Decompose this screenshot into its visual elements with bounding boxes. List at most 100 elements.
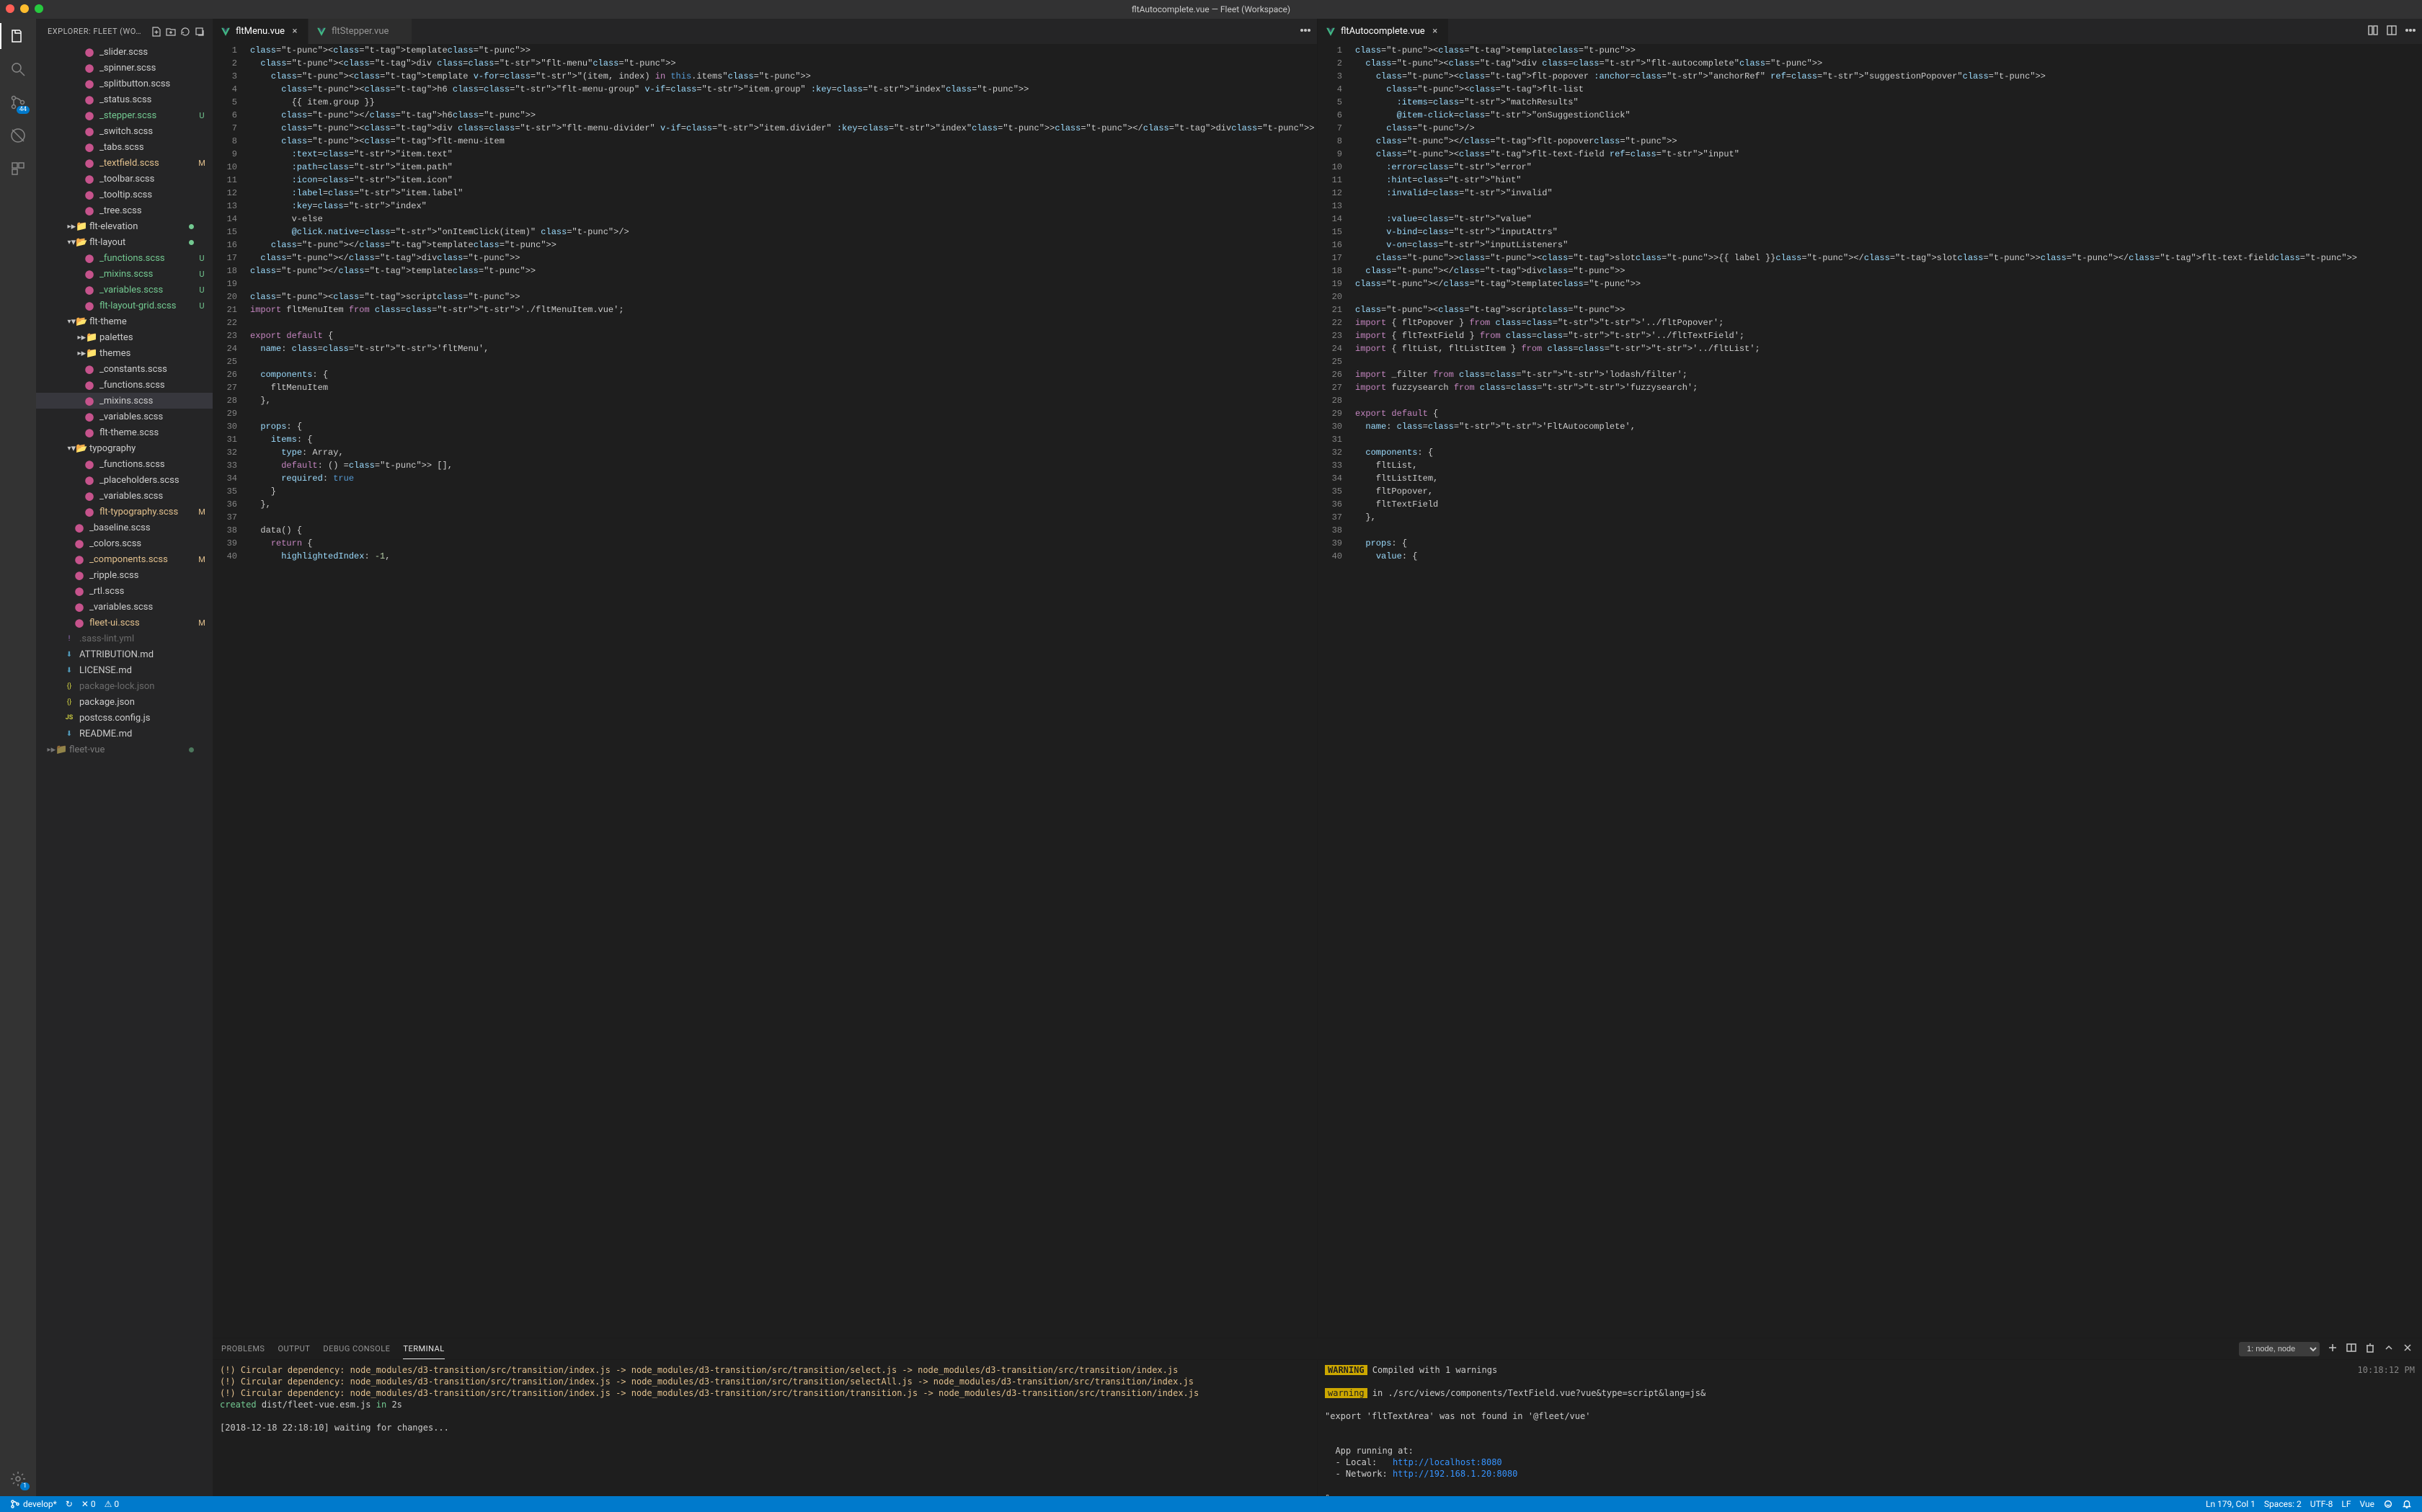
explorer-sidebar: EXPLORER: FLEET (WO… ⬤_slider.scss⬤_spin… [36, 19, 213, 1496]
debug-activity-icon[interactable] [8, 125, 28, 146]
tree-file[interactable]: ⬤flt-typography.scssM [36, 504, 213, 520]
tab-debug-console[interactable]: Debug Console [323, 1338, 390, 1359]
sync-status[interactable]: ↻ [61, 1496, 77, 1512]
close-window-button[interactable] [6, 4, 14, 13]
tree-file[interactable]: ⬤_tree.scss [36, 203, 213, 218]
kill-terminal-icon[interactable] [2364, 1342, 2376, 1356]
tree-folder[interactable]: ▾▾📂flt-theme [36, 313, 213, 329]
tree-file[interactable]: ⬇ATTRIBUTION.md [36, 646, 213, 662]
tab-problems[interactable]: Problems [221, 1338, 265, 1359]
file-name: _switch.scss [99, 126, 197, 137]
tree-folder[interactable]: ▸▸📁flt-elevation [36, 218, 213, 234]
refresh-icon[interactable] [178, 25, 192, 39]
code-view[interactable]: class="t-punc"><class="t-tag">templatecl… [1352, 44, 2422, 1338]
tree-file[interactable]: ⬤_textfield.scssM [36, 155, 213, 171]
split-editor-icon[interactable] [2386, 25, 2397, 39]
tree-file[interactable]: ⬤_baseline.scss [36, 520, 213, 535]
editor-tab[interactable]: fltStepper.vue× [309, 19, 412, 44]
collapse-all-icon[interactable] [192, 25, 207, 39]
tree-folder[interactable]: ▾▾📂typography [36, 440, 213, 456]
errors-status[interactable]: ✕ 0 [77, 1496, 100, 1512]
editor-more-icon[interactable] [2405, 25, 2416, 39]
tab-terminal[interactable]: Terminal [403, 1338, 444, 1359]
notifications-icon[interactable] [2397, 1496, 2416, 1512]
tree-file[interactable]: ⬤_rtl.scss [36, 583, 213, 599]
tree-folder[interactable]: ▾▾📂flt-layout [36, 234, 213, 250]
tree-file[interactable]: ⬤_constants.scss [36, 361, 213, 377]
maximize-panel-icon[interactable] [2383, 1342, 2395, 1356]
tree-file[interactable]: {}package-lock.json [36, 678, 213, 694]
code-view[interactable]: class="t-punc"><class="t-tag">templatecl… [247, 44, 1317, 1338]
scm-activity-icon[interactable]: 44 [8, 92, 28, 112]
tree-file[interactable]: ⬤_placeholders.scss [36, 472, 213, 488]
new-file-icon[interactable] [149, 25, 164, 39]
terminal-right[interactable]: WARNING Compiled with 1 warnings10:18:12… [1318, 1360, 2422, 1496]
tree-file[interactable]: ⬤_mixins.scss [36, 393, 213, 409]
editor-more-icon[interactable] [1300, 25, 1311, 39]
split-terminal-icon[interactable] [2346, 1342, 2357, 1356]
diff-icon[interactable] [2367, 25, 2379, 39]
tree-file[interactable]: ⬤fleet-ui.scssM [36, 615, 213, 631]
tree-folder[interactable]: ▸▸📁fleet-vue [36, 742, 213, 757]
terminal-left[interactable]: (!) Circular dependency: node_modules/d3… [213, 1360, 1318, 1496]
feedback-icon[interactable] [2379, 1496, 2397, 1512]
tree-file[interactable]: ⬤_mixins.scssU [36, 266, 213, 282]
settings-activity-icon[interactable]: 1 [8, 1469, 28, 1489]
encoding-status[interactable]: UTF-8 [2306, 1496, 2338, 1512]
new-terminal-icon[interactable] [2327, 1342, 2338, 1356]
warnings-status[interactable]: ⚠ 0 [100, 1496, 123, 1512]
eol-status[interactable]: LF [2337, 1496, 2355, 1512]
minimize-window-button[interactable] [20, 4, 29, 13]
editor-tab[interactable]: fltMenu.vue× [213, 19, 309, 44]
close-panel-icon[interactable] [2402, 1342, 2413, 1356]
tree-file[interactable]: ⬤_functions.scss [36, 377, 213, 393]
tree-file[interactable]: ⬤_functions.scssU [36, 250, 213, 266]
tree-file[interactable]: ⬤_colors.scss [36, 535, 213, 551]
tree-folder[interactable]: ▸▸📁themes [36, 345, 213, 361]
tree-file[interactable]: !.sass-lint.yml [36, 631, 213, 646]
tree-file[interactable]: ⬤_variables.scss [36, 409, 213, 424]
tree-file[interactable]: ⬤_splitbutton.scss [36, 76, 213, 92]
editor-body-left[interactable]: 1234567891011121314151617181920212223242… [213, 44, 1317, 1338]
tree-file[interactable]: ⬤_variables.scss [36, 488, 213, 504]
tree-file[interactable]: ⬤_functions.scss [36, 456, 213, 472]
tree-file[interactable]: ⬤_toolbar.scss [36, 171, 213, 187]
close-tab-icon[interactable]: × [289, 26, 301, 37]
extensions-activity-icon[interactable] [8, 159, 28, 179]
tree-file[interactable]: ⬤_stepper.scssU [36, 107, 213, 123]
editor-body-right[interactable]: 1234567891011121314151617181920212223242… [1318, 44, 2422, 1338]
tree-file[interactable]: JSpostcss.config.js [36, 710, 213, 726]
tree-file[interactable]: ⬤_switch.scss [36, 123, 213, 139]
git-branch-status[interactable]: develop* [6, 1496, 61, 1512]
tree-file[interactable]: ⬤_status.scss [36, 92, 213, 107]
tab-output[interactable]: Output [278, 1338, 310, 1359]
tree-file[interactable]: ⬤_tabs.scss [36, 139, 213, 155]
close-tab-icon[interactable]: × [1429, 26, 1441, 37]
new-folder-icon[interactable] [164, 25, 178, 39]
zoom-window-button[interactable] [35, 4, 43, 13]
tree-file[interactable]: ⬤_variables.scssU [36, 282, 213, 298]
tree-file[interactable]: ⬤_tooltip.scss [36, 187, 213, 203]
tree-file[interactable]: ⬇README.md [36, 726, 213, 742]
tree-file[interactable]: ⬤_components.scssM [36, 551, 213, 567]
indent-status[interactable]: Spaces: 2 [2260, 1496, 2306, 1512]
editor-tab[interactable]: fltAutocomplete.vue× [1318, 19, 1449, 44]
file-icon: ⬤ [84, 490, 95, 502]
tree-file[interactable]: ⬇LICENSE.md [36, 662, 213, 678]
tree-file[interactable]: ⬤_slider.scss [36, 44, 213, 60]
tree-file[interactable]: {}package.json [36, 694, 213, 710]
terminal-selector[interactable]: 1: node, node [2239, 1342, 2320, 1356]
tree-folder[interactable]: ▸▸📁palettes [36, 329, 213, 345]
tree-file[interactable]: ⬤flt-layout-grid.scssU [36, 298, 213, 313]
tree-file[interactable]: ⬤_spinner.scss [36, 60, 213, 76]
tree-file[interactable]: ⬤_ripple.scss [36, 567, 213, 583]
file-icon: ▸📁 [53, 744, 65, 755]
file-tree[interactable]: ⬤_slider.scss⬤_spinner.scss⬤_splitbutton… [36, 44, 213, 1496]
explorer-activity-icon[interactable] [8, 26, 28, 46]
tree-file[interactable]: ⬤flt-theme.scss [36, 424, 213, 440]
cursor-position-status[interactable]: Ln 179, Col 1 [2201, 1496, 2260, 1512]
tree-file[interactable]: ⬤_variables.scss [36, 599, 213, 615]
file-icon: ⬤ [84, 62, 95, 74]
language-status[interactable]: Vue [2356, 1496, 2379, 1512]
search-activity-icon[interactable] [8, 59, 28, 79]
